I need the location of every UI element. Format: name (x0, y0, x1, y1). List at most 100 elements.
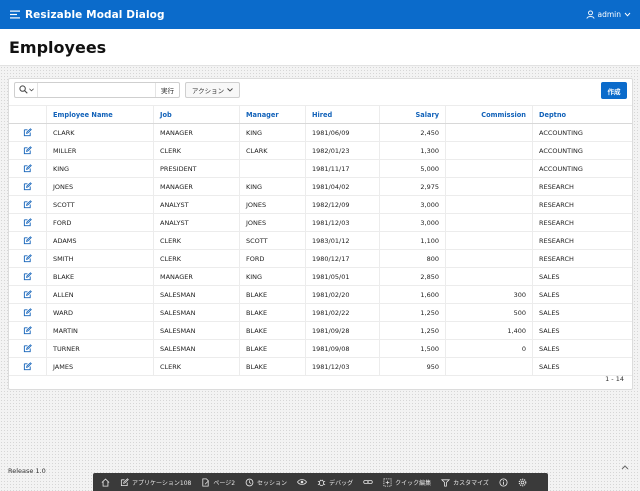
cell-deptno: ACCOUNTING (539, 128, 583, 137)
devbar-item-debug[interactable]: デバッグ (313, 473, 357, 491)
release-label: Release 1.0 (8, 467, 46, 475)
table-row: ADAMS CLERK SCOTT 1983/01/12 1,100 RESEARCH (9, 232, 632, 250)
edit-icon[interactable] (22, 181, 34, 193)
search-column-button[interactable] (15, 83, 38, 97)
eye-icon (297, 478, 308, 486)
devbar-item-quick-edit[interactable]: クイック編集 (379, 473, 435, 491)
devbar-label: デバッグ (329, 479, 354, 487)
table-row: JAMES CLERK BLAKE 1981/12/03 950 SALES (9, 358, 632, 376)
edit-icon[interactable] (22, 361, 34, 373)
cell-deptno: RESEARCH (539, 236, 574, 245)
edit-icon[interactable] (22, 163, 34, 175)
cell-manager: CLARK (240, 142, 306, 159)
edit-cell (9, 142, 47, 159)
cell-manager: BLAKE (240, 358, 306, 375)
cell-deptno: RESEARCH (539, 182, 574, 191)
top-navigation-bar: Resizable Modal Dialog admin (0, 0, 640, 29)
cell-manager: BLAKE (240, 304, 306, 321)
cell-deptno: RESEARCH (539, 218, 574, 227)
cell-hired: 1981/09/28 (306, 322, 380, 339)
cell-deptno: ACCOUNTING (539, 146, 583, 155)
table-row: SCOTT ANALYST JONES 1982/12/09 3,000 RESEARCH (9, 196, 632, 214)
actions-label: アクション (191, 87, 225, 95)
edit-icon[interactable] (22, 253, 34, 265)
cell-manager: JONES (240, 214, 306, 231)
edit-icon[interactable] (22, 235, 34, 247)
devbar-item-info[interactable] (495, 473, 512, 491)
edit-icon[interactable] (22, 325, 34, 337)
cell-commission (446, 358, 533, 375)
edit-icon[interactable] (22, 217, 34, 229)
table-row: KING PRESIDENT 1981/11/17 5,000 ACCOUNTING (9, 160, 632, 178)
edit-icon[interactable] (22, 127, 34, 139)
table-row: FORD ANALYST JONES 1981/12/03 3,000 RESEARCH (9, 214, 632, 232)
chevron-down-icon (28, 86, 34, 94)
cell-deptno: RESEARCH (539, 254, 574, 263)
cell-job: MANAGER (154, 124, 240, 141)
cell-job: MANAGER (154, 268, 240, 285)
column-header-manager[interactable]: Manager (240, 106, 306, 123)
edit-cell (9, 232, 47, 249)
search-input[interactable] (38, 83, 155, 97)
devbar-item-link[interactable] (359, 473, 377, 491)
column-header-deptno[interactable]: Deptno (533, 106, 632, 123)
edit-cell (9, 268, 47, 285)
column-header-salary[interactable]: Salary (380, 106, 446, 123)
column-header-job[interactable]: Job (154, 106, 240, 123)
cell-commission: 0 (446, 340, 533, 357)
devbar-item-edit-app[interactable]: アプリケーション108 (116, 473, 195, 491)
cell-manager (240, 160, 306, 177)
table-row: BLAKE MANAGER KING 1981/05/01 2,850 SALES (9, 268, 632, 286)
cell-commission (446, 178, 533, 195)
cell-job: CLERK (154, 142, 240, 159)
cell-salary: 1,300 (380, 142, 446, 159)
scroll-to-top-button[interactable] (618, 461, 632, 475)
chevron-down-icon (227, 86, 233, 94)
devbar-item-settings[interactable] (514, 473, 531, 491)
table-row: MARTIN SALESMAN BLAKE 1981/09/28 1,250 1,400 S… (9, 322, 632, 340)
cell-job: MANAGER (154, 178, 240, 195)
devbar-item-page[interactable]: ページ2 (197, 473, 239, 491)
go-button[interactable]: 実行 (155, 83, 179, 97)
cell-deptno: SALES (539, 272, 560, 281)
cell-employee-name: WARD (47, 304, 154, 321)
edit-icon[interactable] (22, 145, 34, 157)
edit-cell (9, 250, 47, 267)
actions-menu-button[interactable]: アクション (185, 82, 240, 98)
edit-app-icon (120, 477, 129, 487)
cell-deptno: SALES (539, 290, 560, 299)
cell-manager: BLAKE (240, 286, 306, 303)
cell-commission (446, 160, 533, 177)
edit-cell (9, 196, 47, 213)
user-menu[interactable]: admin (585, 10, 632, 19)
cell-hired: 1981/12/03 (306, 214, 380, 231)
create-button[interactable]: 作成 (601, 82, 627, 99)
edit-icon[interactable] (22, 199, 34, 211)
edit-icon[interactable] (22, 343, 34, 355)
cell-hired: 1981/12/03 (306, 358, 380, 375)
cell-manager: FORD (240, 250, 306, 267)
hamburger-menu-icon[interactable] (9, 9, 21, 21)
report-grid: Employee Name Job Manager Hired Salary C… (9, 105, 632, 376)
app-title[interactable]: Resizable Modal Dialog (25, 9, 165, 21)
devbar-item-eye[interactable] (293, 473, 311, 491)
edit-icon[interactable] (22, 289, 34, 301)
cell-employee-name: SCOTT (47, 196, 154, 213)
edit-icon[interactable] (22, 271, 34, 283)
column-header-commission[interactable]: Commission (446, 106, 533, 123)
cell-commission (446, 124, 533, 141)
user-icon (585, 10, 595, 19)
edit-icon[interactable] (22, 307, 34, 319)
page-icon (201, 477, 210, 487)
cell-manager: KING (240, 124, 306, 141)
column-header-employee-name[interactable]: Employee Name (47, 106, 154, 123)
cell-salary: 2,850 (380, 268, 446, 285)
devbar-item-home[interactable] (97, 473, 114, 491)
cell-employee-name: ADAMS (47, 232, 154, 249)
devbar-item-customize[interactable]: カスタマイズ (437, 473, 493, 491)
cell-manager: BLAKE (240, 340, 306, 357)
devbar-item-session[interactable]: セッション (241, 473, 291, 491)
search-icon (18, 84, 28, 96)
column-header-hired[interactable]: Hired (306, 106, 380, 123)
table-body: CLARK MANAGER KING 1981/06/09 2,450 ACCOUNTIN… (9, 124, 632, 376)
